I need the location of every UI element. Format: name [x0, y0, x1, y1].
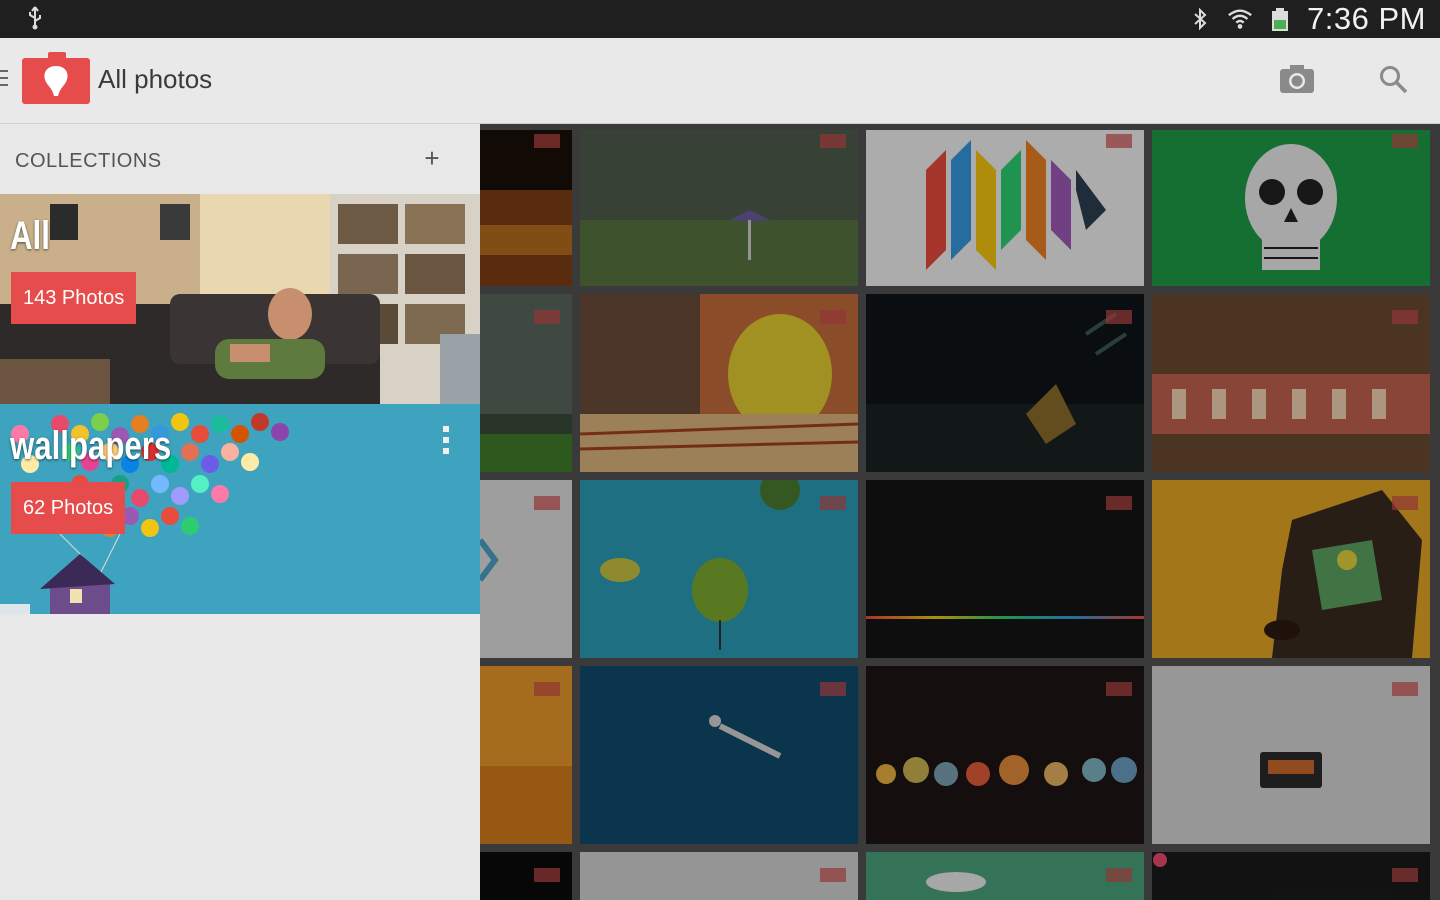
- photo-tile[interactable]: [866, 294, 1144, 472]
- photo-tile[interactable]: [866, 480, 1144, 658]
- photo-tile[interactable]: [866, 852, 1144, 900]
- photo-tile[interactable]: [1152, 130, 1430, 286]
- photo-tile[interactable]: [1152, 666, 1430, 844]
- menu-icon[interactable]: [0, 70, 8, 90]
- photo-tile[interactable]: [1152, 852, 1430, 900]
- usb-icon: [26, 6, 44, 36]
- add-collection-button[interactable]: +: [418, 144, 446, 172]
- photo-tile[interactable]: [480, 294, 572, 472]
- photo-tile[interactable]: [580, 294, 858, 472]
- photo-tile[interactable]: [480, 666, 572, 844]
- wifi-icon: [1227, 6, 1253, 32]
- bluetooth-icon: [1187, 6, 1213, 32]
- collection-all[interactable]: All 143 Photos: [0, 194, 480, 404]
- search-icon[interactable]: [1378, 64, 1410, 96]
- page-title: All photos: [98, 64, 213, 94]
- collections-pane: COLLECTIONS + All 143 Photos wallpapers …: [0, 124, 480, 900]
- photo-tile[interactable]: [580, 130, 858, 286]
- collections-header: COLLECTIONS +: [0, 124, 480, 194]
- photo-tile[interactable]: [580, 852, 858, 900]
- app-bar: All photos: [0, 38, 1440, 124]
- photo-tile[interactable]: [480, 130, 572, 286]
- photo-count-badge: 143 Photos: [11, 272, 137, 324]
- collection-wallpapers[interactable]: wallpapers 62 Photos: [0, 404, 480, 614]
- photo-tile[interactable]: [866, 666, 1144, 844]
- clock: 7:36 PM: [1307, 1, 1426, 36]
- battery-icon: [1267, 6, 1293, 32]
- photo-tile[interactable]: [580, 666, 858, 844]
- photo-tile[interactable]: [480, 480, 572, 658]
- status-bar: 7:36 PM: [0, 0, 1440, 38]
- photo-tile[interactable]: [1152, 294, 1430, 472]
- photo-grid: [480, 124, 1440, 900]
- overflow-menu-icon[interactable]: [436, 426, 456, 460]
- photo-tile[interactable]: [866, 130, 1144, 286]
- collection-name: wallpapers: [10, 424, 172, 468]
- collections-title: COLLECTIONS: [15, 150, 162, 172]
- photo-tile[interactable]: [480, 852, 572, 900]
- photo-tile[interactable]: [580, 480, 858, 658]
- photo-count-badge: 62 Photos: [11, 482, 126, 534]
- app-logo-icon[interactable]: [22, 52, 90, 104]
- collection-name: All: [10, 214, 50, 258]
- photo-tile[interactable]: [1152, 480, 1430, 658]
- camera-icon[interactable]: [1278, 62, 1316, 96]
